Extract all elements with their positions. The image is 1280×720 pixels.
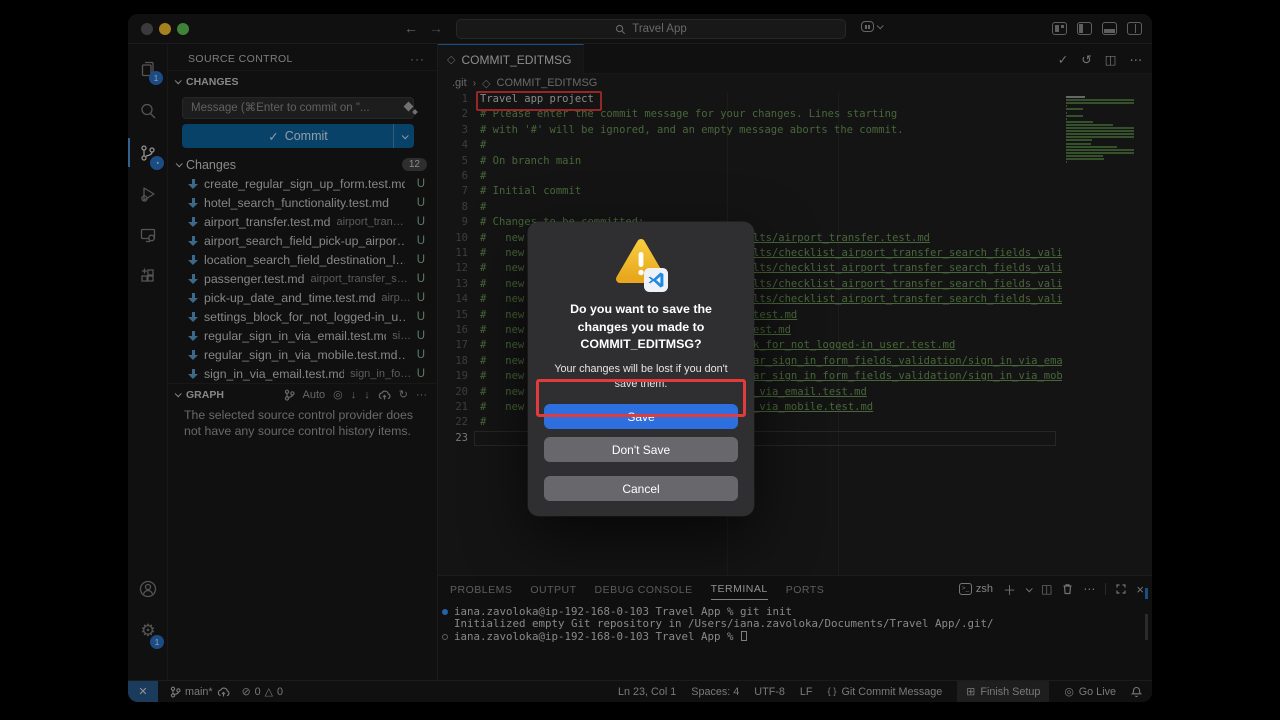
cancel-button[interactable]: Cancel <box>544 476 738 501</box>
annotation-box-save-button <box>536 379 746 417</box>
screen: { "titlebar": { "search_value": "Travel … <box>0 0 1280 720</box>
dialog-title: Do you want to save the changes you made… <box>544 301 738 354</box>
vscode-logo-badge <box>644 268 668 292</box>
save-changes-dialog: Do you want to save the changes you made… <box>528 222 754 516</box>
dont-save-button[interactable]: Don't Save <box>544 437 738 462</box>
